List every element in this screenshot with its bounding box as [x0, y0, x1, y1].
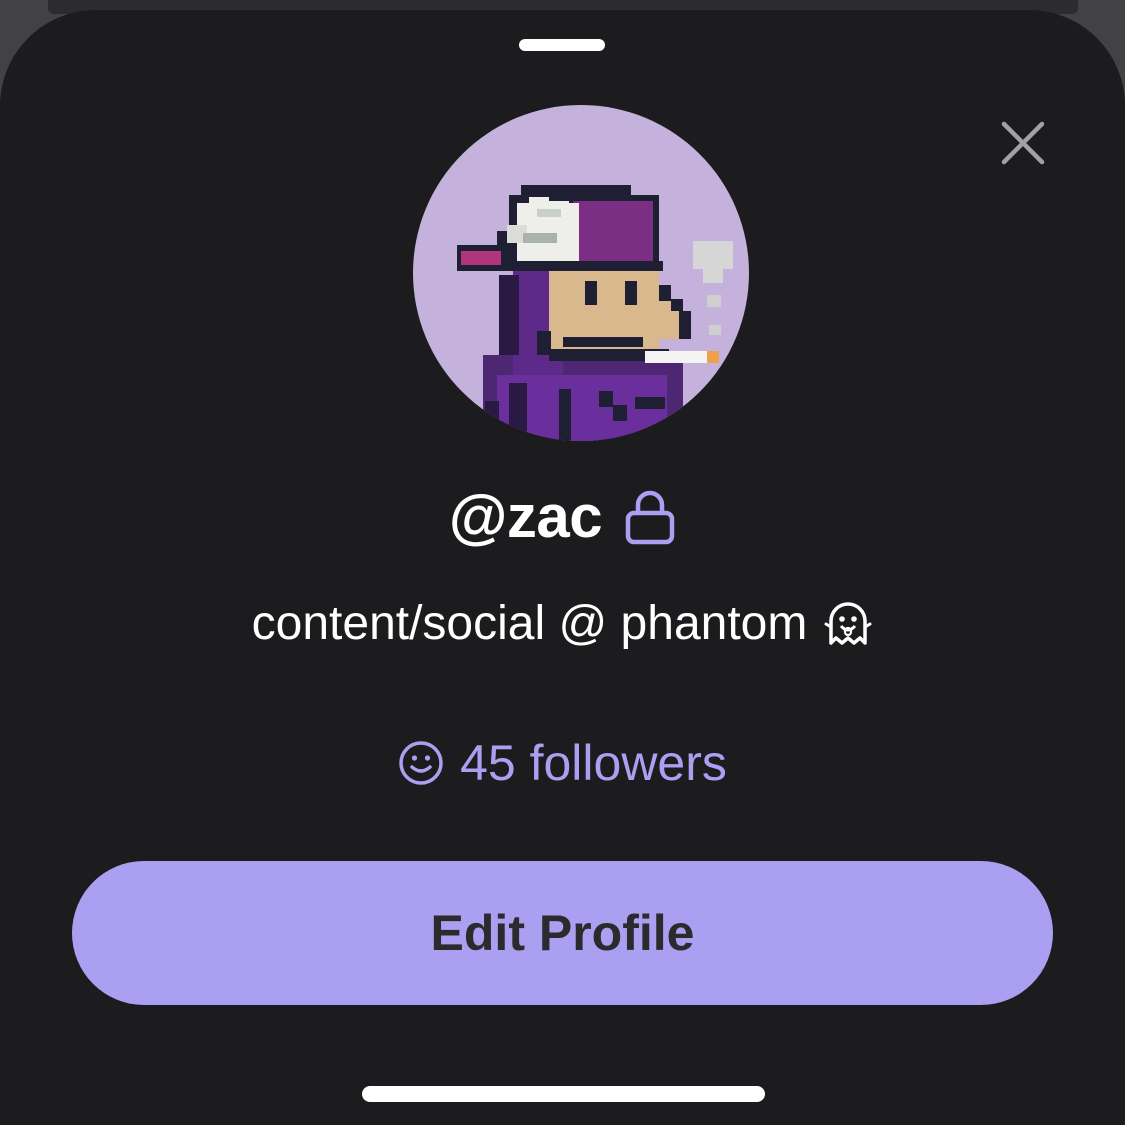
username-row: @zac: [0, 482, 1125, 551]
edit-profile-button[interactable]: Edit Profile: [72, 861, 1053, 1005]
ghost-icon: [823, 599, 873, 649]
smiley-icon: [398, 740, 444, 786]
pixel-art-avatar-icon: [457, 185, 733, 441]
home-indicator[interactable]: [362, 1086, 765, 1102]
bio-text: content/social @ phantom: [251, 597, 808, 650]
bio: content/social @ phantom: [0, 596, 1125, 651]
avatar[interactable]: [413, 105, 749, 441]
followers-link[interactable]: 45 followers: [0, 734, 1125, 792]
close-button[interactable]: [994, 114, 1052, 172]
profile-sheet: @zac content/social @ phantom 45 followe…: [0, 10, 1125, 1125]
followers-count: 45 followers: [460, 735, 727, 791]
close-icon: [1001, 121, 1045, 165]
username: @zac: [448, 483, 603, 550]
sheet-grabber-handle[interactable]: [519, 39, 605, 51]
lock-icon: [624, 489, 676, 545]
